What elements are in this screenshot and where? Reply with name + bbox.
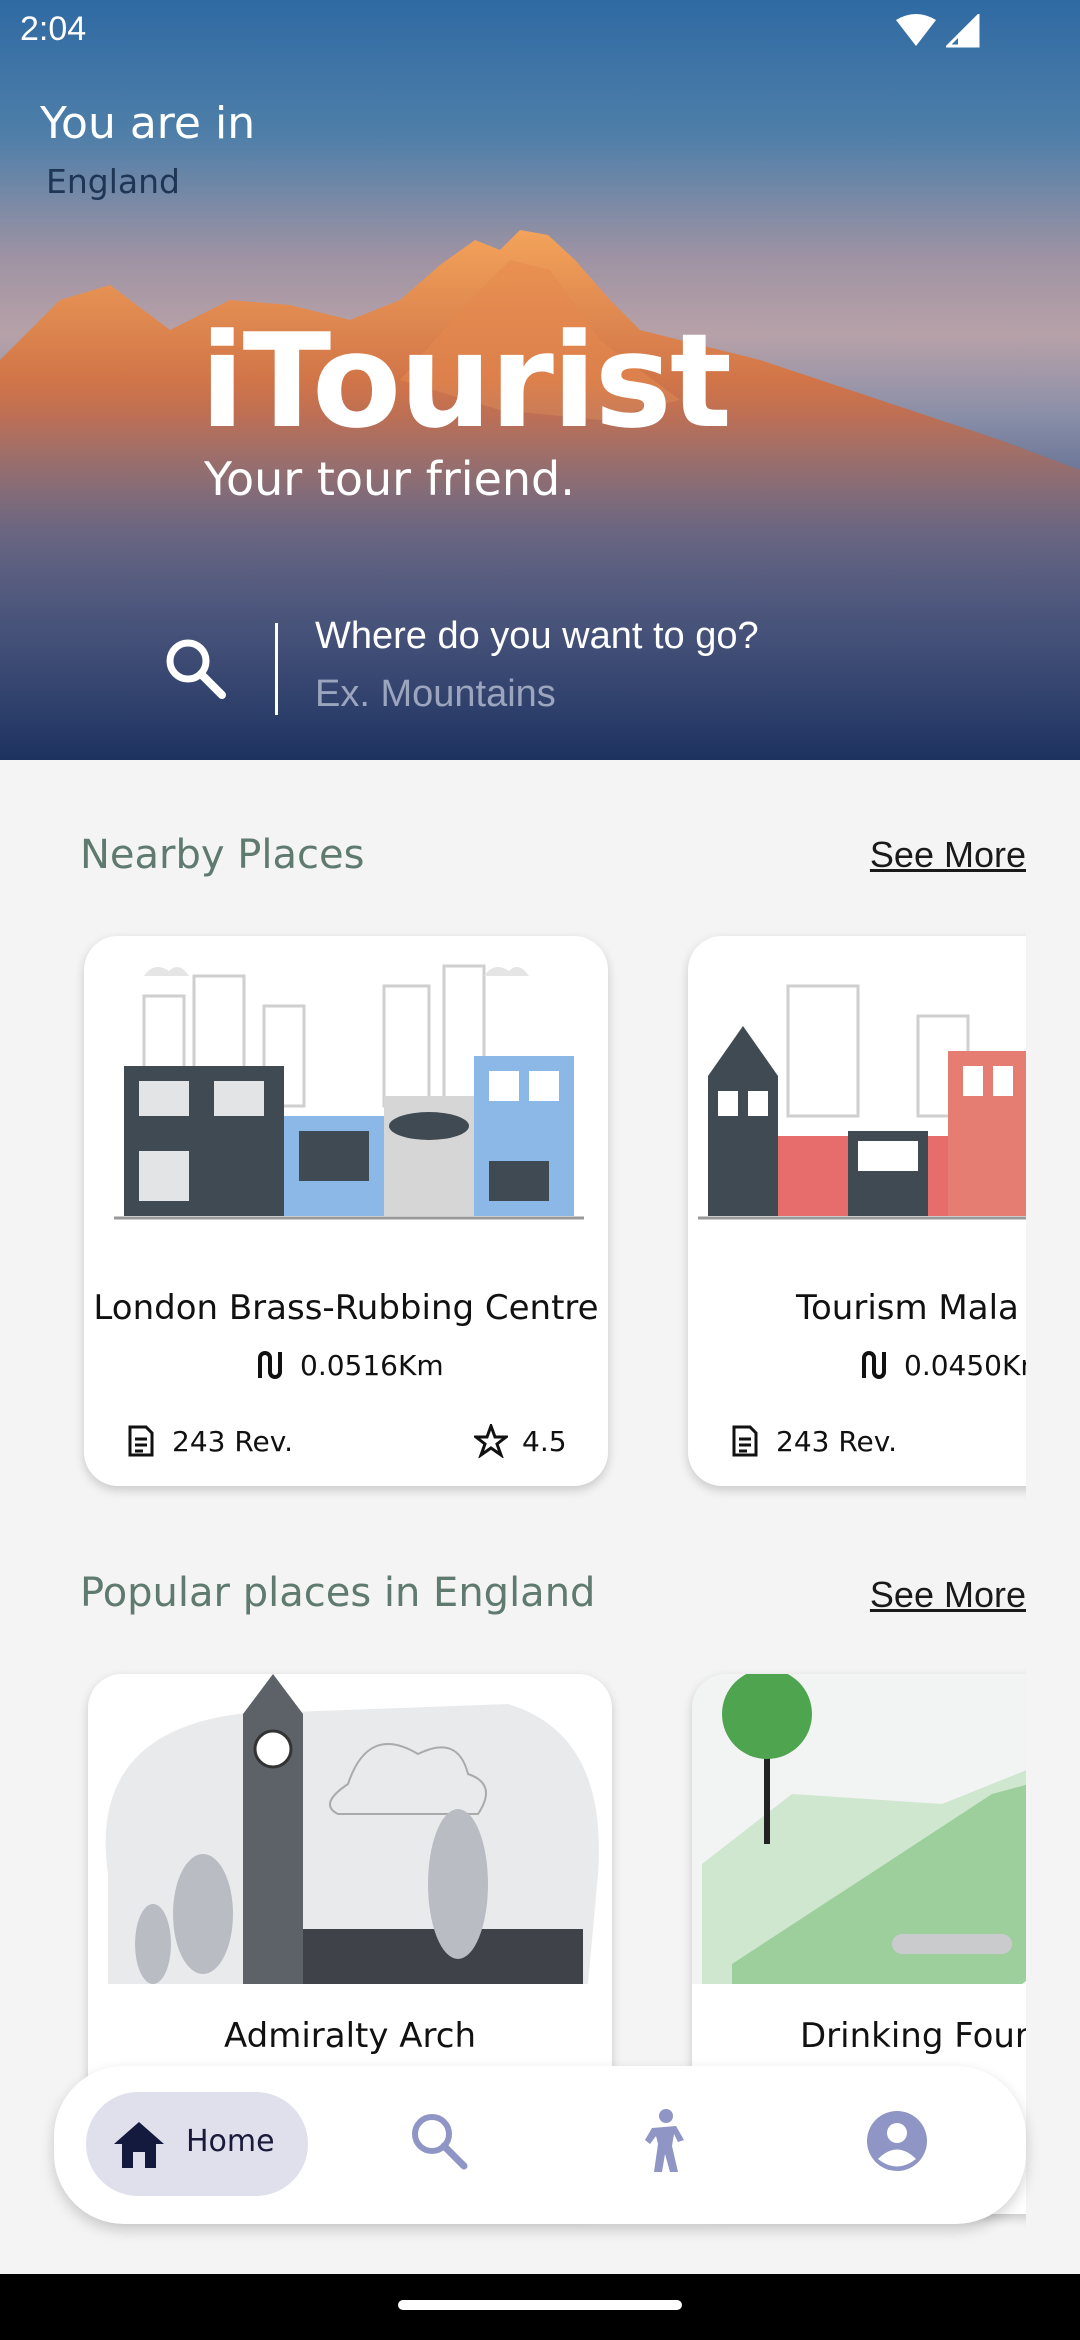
storefront-illustration (114, 964, 584, 1220)
big-ben-illustration (105, 1674, 599, 1984)
place-name: London Brass-Rubbing Centre (93, 1288, 599, 1328)
nearby-see-more-link[interactable]: See More (870, 834, 1026, 876)
search-icon[interactable] (160, 633, 230, 703)
app-title: iTourist (200, 305, 732, 457)
wifi-icon (896, 14, 936, 46)
place-name: Drinking Four (800, 2016, 1026, 2056)
nav-activity-icon[interactable] (632, 2106, 702, 2176)
place-reviews: 243 Rev. (172, 1424, 294, 1458)
nearby-places-title: Nearby Places (80, 832, 365, 878)
status-time: 2:04 (20, 10, 87, 48)
current-location: England (46, 162, 180, 201)
nearby-places-carousel[interactable]: London Brass-Rubbing Centre 0.0516Km 243… (0, 920, 1026, 1500)
nav-home-tab[interactable]: Home (86, 2092, 308, 2196)
search-label: Where do you want to go? (315, 615, 759, 657)
fountain-illustration (692, 1674, 1026, 1984)
screen: 2:04 You are in England iTourist Your to… (0, 0, 1080, 2340)
place-reviews: 243 Rev. (776, 1424, 898, 1458)
place-name: Admiralty Arch (223, 2016, 477, 2056)
search-divider (275, 623, 278, 715)
place-rating: 4.5 (522, 1424, 567, 1458)
place-name: Tourism Mala (796, 1288, 1019, 1328)
search-bar[interactable]: Where do you want to go? Ex. Mountains (160, 615, 960, 725)
nearby-card[interactable]: London Brass-Rubbing Centre 0.0516Km 243… (84, 936, 608, 1486)
signal-icon (946, 14, 980, 48)
nav-profile-icon[interactable] (862, 2106, 932, 2176)
reviews-icon (128, 1425, 154, 1457)
star-icon (474, 1424, 508, 1458)
popular-see-more-link[interactable]: See More (870, 1574, 1026, 1616)
home-gesture-handle[interactable] (398, 2300, 682, 2310)
popular-places-title: Popular places in England (80, 1570, 596, 1616)
place-distance: 0.0516Km (300, 1348, 444, 1382)
bottom-navigation: Home (54, 2066, 1026, 2224)
you-are-in-label: You are in (40, 98, 256, 149)
route-icon (258, 1351, 282, 1379)
shop-street-illustration (698, 984, 1026, 1220)
status-bar: 2:04 (0, 0, 1080, 64)
nearby-card[interactable]: Tourism Mala 0.0450Km 243 Rev. (688, 936, 1026, 1486)
app-tagline: Your tour friend. (204, 452, 575, 506)
hero-banner: 2:04 You are in England iTourist Your to… (0, 0, 1080, 760)
nav-search-icon[interactable] (404, 2106, 474, 2176)
nav-home-label: Home (186, 2124, 275, 2159)
reviews-icon (732, 1425, 758, 1457)
route-icon (862, 1351, 886, 1379)
search-input[interactable]: Ex. Mountains (315, 673, 556, 716)
home-icon (114, 2122, 164, 2168)
place-distance: 0.0450Km (904, 1348, 1026, 1382)
